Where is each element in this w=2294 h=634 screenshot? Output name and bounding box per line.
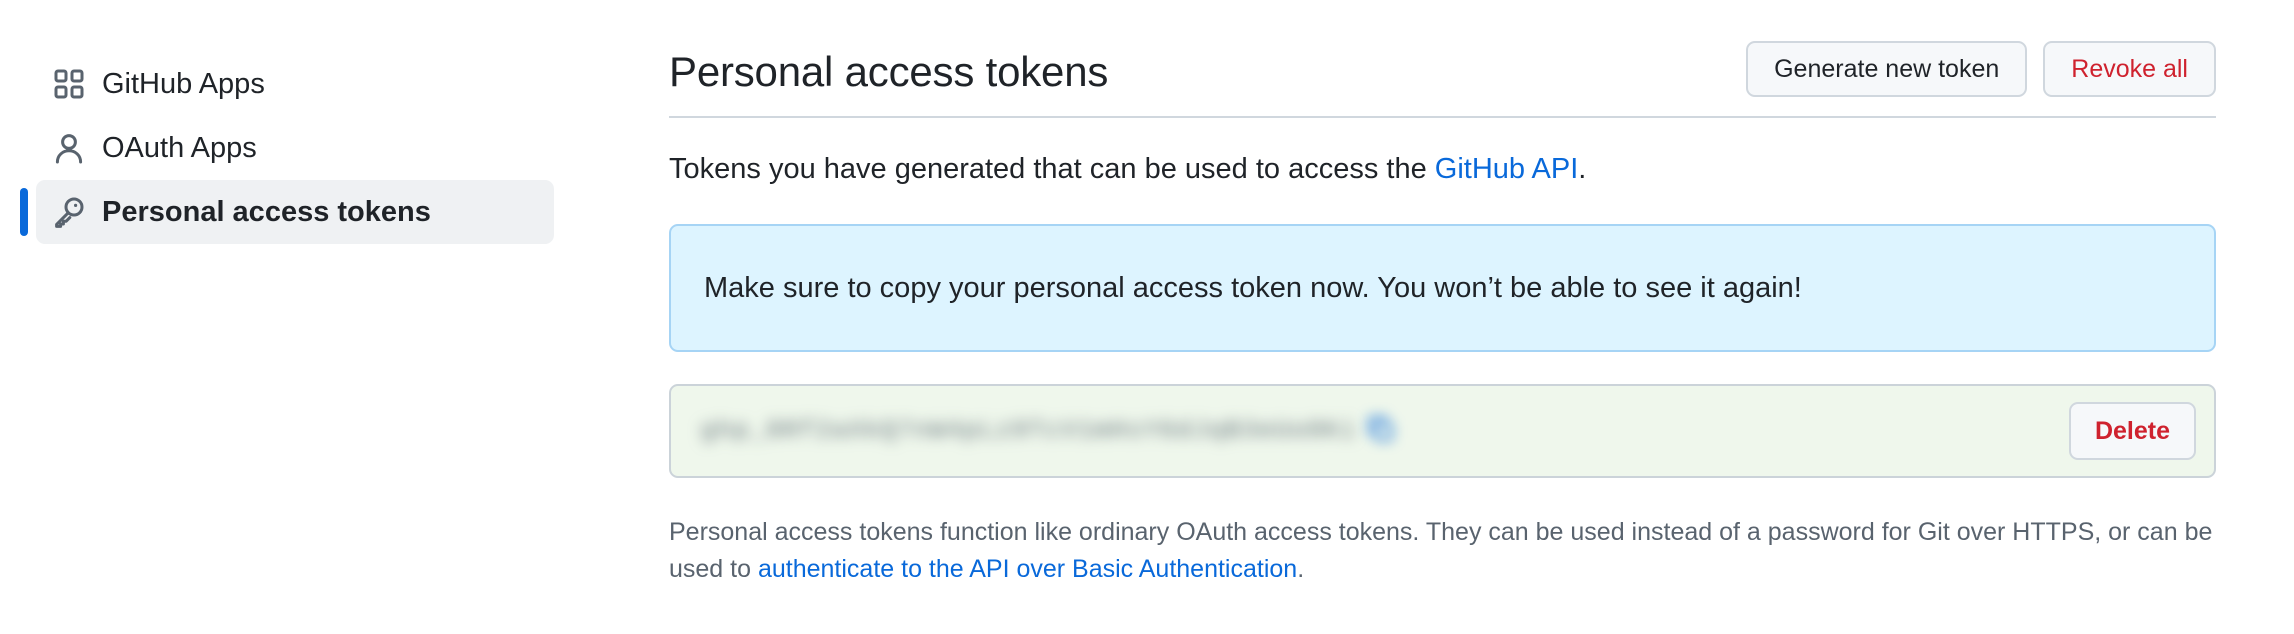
developer-settings-sidebar: GitHub Apps OAuth Apps Personal access t… [20,52,554,244]
sidebar-item-github-apps[interactable]: GitHub Apps [36,52,554,116]
sidebar-item-oauth-apps[interactable]: OAuth Apps [36,116,554,180]
header-actions: Generate new token Revoke all [1746,41,2216,97]
token-help-note: Personal access tokens function like ord… [669,514,2216,588]
flash-notice: Make sure to copy your personal access t… [669,224,2216,352]
description-text: Tokens you have generated that can be us… [669,153,1435,185]
github-api-link[interactable]: GitHub API [1435,153,1578,185]
page-description: Tokens you have generated that can be us… [669,153,2216,186]
token-value[interactable]: ghp_8Rf2aXkQ7nW4pLz9TcV1mHsY6dJqB3eUo0Ki [701,418,1357,445]
grid-apps-icon [52,67,86,101]
basic-auth-link[interactable]: authenticate to the API over Basic Authe… [758,555,1297,583]
flash-message: Make sure to copy your personal access t… [704,271,1802,304]
sidebar-item-personal-access-tokens[interactable]: Personal access tokens [20,180,554,244]
page-header: Personal access tokens Generate new toke… [669,28,2216,118]
page-title: Personal access tokens [669,48,1109,95]
token-display: ghp_8Rf2aXkQ7nW4pLz9TcV1mHsY6dJqB3eUo0Ki [701,415,1395,448]
key-icon [52,195,86,229]
description-suffix: . [1578,153,1587,185]
delete-token-button[interactable]: Delete [2068,402,2196,460]
new-token-box: ghp_8Rf2aXkQ7nW4pLz9TcV1mHsY6dJqB3eUo0Ki… [669,384,2216,478]
person-icon [52,131,86,165]
revoke-all-button[interactable]: Revoke all [2043,41,2216,97]
sidebar-item-label: GitHub Apps [102,67,265,100]
sidebar-item-label: OAuth Apps [102,131,257,164]
main-content: Personal access tokens Generate new toke… [669,28,2216,613]
note-suffix: . [1297,555,1305,583]
settings-page: GitHub Apps OAuth Apps Personal access t… [0,0,2294,634]
generate-new-token-button[interactable]: Generate new token [1746,41,2028,97]
sidebar-item-label: Personal access tokens [102,195,431,228]
copy-icon[interactable] [1367,415,1395,448]
